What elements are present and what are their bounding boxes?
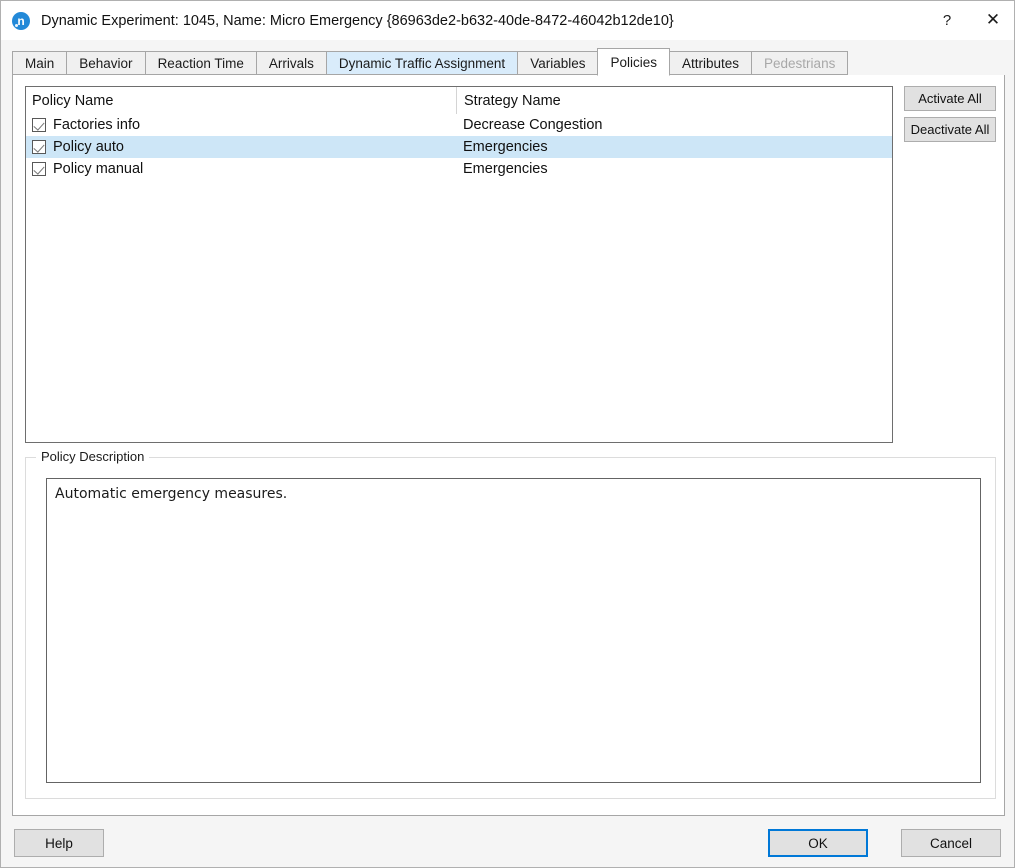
tab-bar: Main Behavior Reaction Time Arrivals Dyn… bbox=[12, 49, 1005, 76]
tab-pedestrians: Pedestrians bbox=[751, 51, 848, 75]
window-controls: ? ✕ bbox=[924, 1, 1015, 39]
policy-name-text: Factories info bbox=[53, 117, 140, 133]
cell-policy-name: Factories info bbox=[26, 117, 456, 133]
title-bar: n Dynamic Experiment: 1045, Name: Micro … bbox=[1, 1, 1015, 40]
policy-description-legend: Policy Description bbox=[36, 449, 149, 464]
window-title: Dynamic Experiment: 1045, Name: Micro Em… bbox=[41, 13, 674, 29]
policy-enabled-checkbox[interactable] bbox=[32, 118, 46, 132]
tab-policies[interactable]: Policies bbox=[597, 48, 670, 76]
column-header-policy-name[interactable]: Policy Name bbox=[26, 87, 456, 114]
cell-policy-name: Policy auto bbox=[26, 139, 456, 155]
aimsun-n-logo-icon: n bbox=[12, 12, 30, 30]
table-row[interactable]: Policy manual Emergencies bbox=[26, 158, 892, 180]
close-icon[interactable]: ✕ bbox=[970, 1, 1015, 39]
policy-table[interactable]: Policy Name Strategy Name Factories info… bbox=[25, 86, 893, 443]
cell-strategy-name: Emergencies bbox=[456, 139, 892, 155]
policy-description-textarea[interactable]: Automatic emergency measures. bbox=[46, 478, 981, 783]
tab-variables[interactable]: Variables bbox=[517, 51, 598, 75]
dialog-button-bar: Help OK Cancel bbox=[1, 817, 1014, 867]
help-question-icon[interactable]: ? bbox=[924, 1, 970, 39]
tab-main[interactable]: Main bbox=[12, 51, 67, 75]
dialog-window: n Dynamic Experiment: 1045, Name: Micro … bbox=[0, 0, 1015, 868]
table-row[interactable]: Policy auto Emergencies bbox=[26, 136, 892, 158]
column-header-strategy-name[interactable]: Strategy Name bbox=[456, 87, 892, 114]
cell-strategy-name: Emergencies bbox=[456, 161, 892, 177]
policy-description-group: Policy Description Automatic emergency m… bbox=[25, 457, 996, 799]
table-action-buttons: Activate All Deactivate All bbox=[904, 86, 996, 148]
tab-arrivals[interactable]: Arrivals bbox=[256, 51, 327, 75]
policy-enabled-checkbox[interactable] bbox=[32, 162, 46, 176]
help-button[interactable]: Help bbox=[14, 829, 104, 857]
policy-name-text: Policy manual bbox=[53, 161, 143, 177]
table-row[interactable]: Factories info Decrease Congestion bbox=[26, 114, 892, 136]
ok-button[interactable]: OK bbox=[768, 829, 868, 857]
policy-enabled-checkbox[interactable] bbox=[32, 140, 46, 154]
policy-name-text: Policy auto bbox=[53, 139, 124, 155]
cell-policy-name: Policy manual bbox=[26, 161, 456, 177]
table-body: Factories info Decrease Congestion Polic… bbox=[26, 114, 892, 180]
policies-panel: Policy Name Strategy Name Factories info… bbox=[12, 75, 1005, 816]
cancel-button[interactable]: Cancel bbox=[901, 829, 1001, 857]
tab-dynamic-traffic-assignment[interactable]: Dynamic Traffic Assignment bbox=[326, 51, 518, 75]
activate-all-button[interactable]: Activate All bbox=[904, 86, 996, 111]
tab-reaction-time[interactable]: Reaction Time bbox=[145, 51, 257, 75]
tab-behavior[interactable]: Behavior bbox=[66, 51, 145, 75]
deactivate-all-button[interactable]: Deactivate All bbox=[904, 117, 996, 142]
tab-attributes[interactable]: Attributes bbox=[669, 51, 752, 75]
cell-strategy-name: Decrease Congestion bbox=[456, 117, 892, 133]
table-header-row: Policy Name Strategy Name bbox=[26, 87, 892, 114]
